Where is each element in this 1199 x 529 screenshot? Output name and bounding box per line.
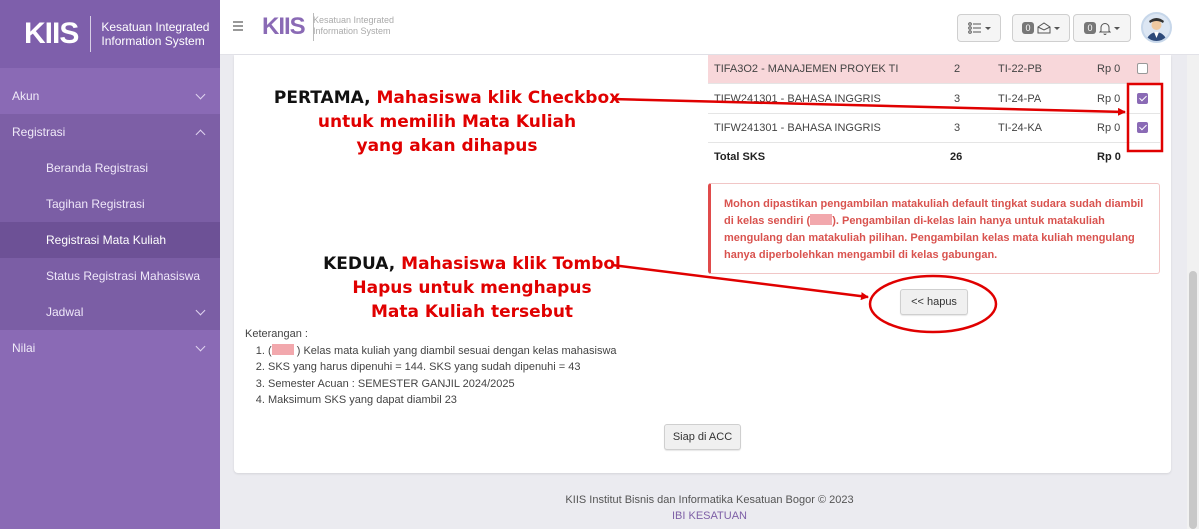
sidebar-item-registrasi-mata-kuliah[interactable]: Registrasi Mata Kuliah: [0, 222, 220, 258]
warning-alert: Mohon dipastikan pengambilan matakuliah …: [708, 183, 1160, 274]
annotation-step-2: KEDUA, Mahasiswa klik Tombol Hapus untuk…: [292, 252, 652, 324]
siap-acc-button[interactable]: Siap di ACC: [664, 424, 741, 450]
keterangan-item: Semester Acuan : SEMESTER GANJIL 2024/20…: [268, 376, 617, 393]
annotation-step-1-line-2: untuk memilih Mata Kuliah: [317, 112, 577, 132]
brand-title: Kesatuan Integrated Information System: [101, 20, 209, 48]
keterangan-item: ( ) Kelas mata kuliah yang diambil sesua…: [268, 343, 617, 360]
annotation-step-1-line-1: Mahasiswa klik Checkbox: [376, 88, 621, 108]
course-class: TI-22-PB: [998, 63, 1043, 75]
topbar-brand-text: Kesatuan Integrated Information System: [313, 15, 394, 37]
table-total-row: Total SKS 26 Rp 0: [708, 143, 1160, 172]
caret-down-icon: [1053, 26, 1060, 30]
sidebar-item-label: Registrasi Mata Kuliah: [46, 233, 167, 247]
course-sks: 3: [954, 93, 961, 105]
messages-count-badge: 0: [1022, 22, 1034, 34]
annotation-step-2-line-3: Mata Kuliah tersebut: [370, 302, 574, 322]
topbar-logo[interactable]: KIIS: [262, 13, 314, 41]
sidebar: KIIS Kesatuan Integrated Information Sys…: [0, 0, 220, 529]
chevron-down-icon: [195, 305, 206, 315]
chevron-up-icon: [195, 129, 206, 139]
brand-line-1: Kesatuan Integrated: [101, 20, 210, 34]
sidebar-item-label: Tagihan Registrasi: [46, 197, 145, 211]
notifications-button[interactable]: 0: [1073, 14, 1131, 42]
user-avatar[interactable]: [1141, 12, 1172, 43]
hapus-button[interactable]: << hapus: [900, 289, 968, 315]
sidebar-brand[interactable]: KIIS Kesatuan Integrated Information Sys…: [0, 0, 220, 68]
caret-down-icon: [1113, 26, 1120, 30]
annotation-step-1: PERTAMA, Mahasiswa klik Checkbox untuk m…: [252, 86, 642, 158]
course-select-checkbox[interactable]: [1137, 93, 1148, 104]
course-select-checkbox[interactable]: [1137, 63, 1148, 74]
list-menu-button[interactable]: [957, 14, 1001, 42]
sidebar-item-status-registrasi[interactable]: Status Registrasi Mahasiswa: [0, 258, 220, 294]
topbar-brand-line-2: Information System: [313, 26, 391, 36]
sidebar-item-akun[interactable]: Akun: [0, 78, 220, 114]
envelope-open-icon: [1037, 22, 1050, 34]
notifications-count-badge: 0: [1084, 22, 1096, 34]
sidebar-nav: Akun Registrasi Beranda Registrasi Tagih…: [0, 78, 220, 366]
list-icon: [967, 22, 981, 34]
sidebar-item-label: Akun: [12, 89, 40, 103]
topbar: KIIS Kesatuan Integrated Information Sys…: [220, 0, 1199, 55]
total-cost-value: Rp 0: [1097, 151, 1121, 163]
annotation-step-2-line-1: Mahasiswa klik Tombol: [401, 254, 621, 274]
course-select-checkbox[interactable]: [1137, 122, 1148, 133]
total-sks-label: Total SKS: [714, 151, 766, 163]
table-row: TIFA3O2 - MANAJEMEN PROYEK TI 2 TI-22-PB…: [708, 55, 1160, 84]
annotation-step-1-lead: PERTAMA,: [273, 88, 371, 108]
sidebar-item-label: Jadwal: [46, 305, 84, 319]
chevron-down-icon: [195, 89, 206, 99]
topbar-brand-line-1: Kesatuan Integrated: [313, 15, 395, 25]
bell-icon: [1098, 22, 1111, 35]
menu-toggle-icon[interactable]: [233, 21, 243, 33]
keterangan-item: Maksimum SKS yang dapat diambil 23: [268, 392, 617, 409]
messages-button[interactable]: 0: [1012, 14, 1070, 42]
own-class-color-swatch: [810, 214, 833, 225]
keterangan-list: ( ) Kelas mata kuliah yang diambil sesua…: [245, 343, 617, 409]
user-icon: [1146, 18, 1167, 41]
course-class: TI-24-KA: [998, 122, 1043, 134]
scrollbar-thumb[interactable]: [1189, 271, 1197, 529]
footer-copyright: KIIS Institut Bisnis dan Informatika Kes…: [565, 494, 854, 506]
sidebar-item-label: Status Registrasi Mahasiswa: [46, 269, 201, 283]
sidebar-item-tagihan-registrasi[interactable]: Tagihan Registrasi: [0, 186, 220, 222]
annotation-step-2-line-2: Hapus untuk menghapus: [352, 278, 592, 298]
sidebar-item-nilai[interactable]: Nilai: [0, 330, 220, 366]
keterangan-notes: Keterangan : ( ) Kelas mata kuliah yang …: [245, 326, 617, 409]
sidebar-item-label: Nilai: [12, 341, 36, 355]
own-class-color-swatch: [271, 343, 294, 355]
course-name: TIFW241301 - BAHASA INGGRIS: [714, 93, 881, 105]
sidebar-item-beranda-registrasi[interactable]: Beranda Registrasi: [0, 150, 220, 186]
sidebar-submenu-registrasi: Beranda Registrasi Tagihan Registrasi Re…: [0, 150, 220, 330]
sidebar-item-registrasi[interactable]: Registrasi: [0, 114, 220, 150]
course-sks: 2: [954, 63, 961, 75]
course-name: TIFW241301 - BAHASA INGGRIS: [714, 122, 881, 134]
keterangan-item: SKS yang harus dipenuhi = 144. SKS yang …: [268, 359, 617, 376]
course-cost: Rp 0: [1097, 93, 1121, 105]
brand-line-2: Information System: [101, 34, 205, 48]
course-sks: 3: [954, 122, 961, 134]
keterangan-title: Keterangan :: [245, 328, 308, 340]
course-cost: Rp 0: [1097, 122, 1121, 134]
brand-logo: KIIS: [24, 16, 92, 52]
footer: KIIS Institut Bisnis dan Informatika Kes…: [220, 485, 1199, 524]
course-name: TIFA3O2 - MANAJEMEN PROYEK TI: [714, 63, 899, 75]
total-sks-value: 26: [950, 151, 963, 163]
sidebar-item-label: Beranda Registrasi: [46, 161, 149, 175]
caret-down-icon: [984, 26, 991, 30]
table-row: TIFW241301 - BAHASA INGGRIS 3 TI-24-PA R…: [708, 85, 1160, 114]
chevron-down-icon: [195, 341, 206, 351]
footer-link[interactable]: IBI KESATUAN: [220, 508, 1199, 524]
keterangan-item-1-suffix: ) Kelas mata kuliah yang diambil sesuai …: [296, 344, 617, 357]
annotation-step-1-line-3: yang akan dihapus: [356, 136, 538, 156]
sidebar-item-label: Registrasi: [12, 125, 66, 139]
annotation-step-2-lead: KEDUA,: [323, 254, 396, 274]
sidebar-item-jadwal[interactable]: Jadwal: [0, 294, 220, 330]
table-row: TIFW241301 - BAHASA INGGRIS 3 TI-24-KA R…: [708, 114, 1160, 143]
course-cost: Rp 0: [1097, 63, 1121, 75]
page-scrollbar[interactable]: [1187, 55, 1199, 529]
course-class: TI-24-PA: [998, 93, 1042, 105]
